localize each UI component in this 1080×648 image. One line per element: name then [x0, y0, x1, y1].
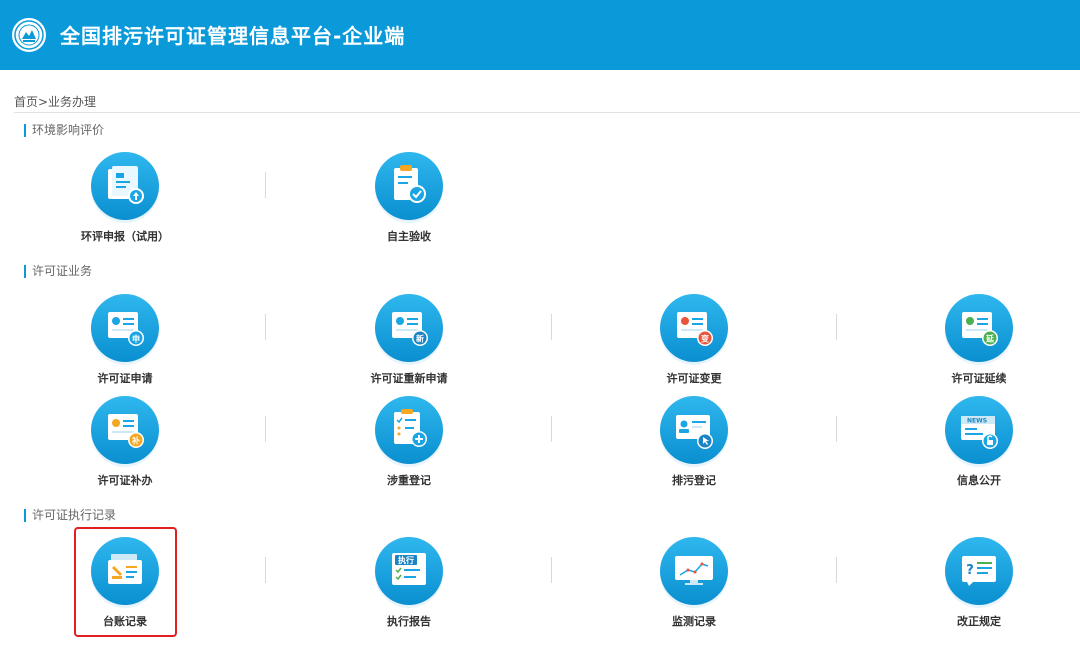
section-title-execution: 许可证执行记录	[24, 509, 116, 522]
tile-permit-reapply[interactable]: 新 许可证重新申请	[329, 294, 489, 394]
tile-label: 执行报告	[387, 615, 431, 628]
breadcrumb-divider	[14, 112, 1080, 113]
tile-divider	[265, 416, 266, 442]
tile-self-acceptance[interactable]: 自主验收	[329, 152, 489, 252]
id-card-click-icon	[660, 396, 728, 464]
tile-divider	[551, 557, 552, 583]
tile-permit-renew[interactable]: 延 许可证延续	[899, 294, 1059, 394]
tile-label: 排污登记	[672, 474, 716, 487]
tile-label: 许可证申请	[97, 372, 153, 385]
tile-monitoring-record[interactable]: 监测记录	[614, 537, 774, 637]
tile-eia-report[interactable]: 环评申报（试用）	[45, 152, 205, 252]
tile-label: 许可证延续	[951, 372, 1007, 385]
tile-divider	[836, 557, 837, 583]
tile-discharge-registration[interactable]: 排污登记	[614, 396, 774, 496]
svg-text:?: ?	[966, 563, 974, 578]
section-title-eia: 环境影响评价	[24, 124, 104, 137]
tile-label: 监测记录	[672, 615, 716, 628]
tile-label: 改正规定	[957, 615, 1001, 628]
app-title: 全国排污许可证管理信息平台-企业端	[60, 24, 406, 48]
svg-text:执行: 执行	[398, 555, 414, 565]
tile-divider	[836, 314, 837, 340]
platform-logo-icon[interactable]	[12, 18, 46, 52]
certificate-reissue-icon: 补	[91, 396, 159, 464]
tile-heavy-metal-registration[interactable]: 涉重登记	[329, 396, 489, 496]
monitor-chart-icon	[660, 537, 728, 605]
tile-execution-report[interactable]: 执行 执行报告	[329, 537, 489, 637]
svg-text:延: 延	[985, 334, 995, 344]
selection-highlight	[74, 527, 177, 637]
tile-label: 环评申报（试用）	[81, 230, 169, 243]
section-title-permit: 许可证业务	[24, 265, 92, 278]
tile-divider	[265, 314, 266, 340]
tile-label: 涉重登记	[387, 474, 431, 487]
checklist-add-icon	[375, 396, 443, 464]
tile-divider	[265, 557, 266, 583]
tile-correction-rules[interactable]: ? 改正规定	[899, 537, 1059, 637]
news-icon: NEWS	[945, 396, 1013, 464]
tile-label: 自主验收	[387, 230, 431, 243]
certificate-apply-icon: 申	[91, 294, 159, 362]
tile-divider	[551, 314, 552, 340]
svg-text:补: 补	[131, 436, 140, 446]
tile-label: 许可证重新申请	[370, 372, 448, 385]
report-icon: 执行	[375, 537, 443, 605]
correction-help-icon: ?	[945, 537, 1013, 605]
tile-label: 信息公开	[957, 474, 1001, 487]
tile-label: 许可证变更	[666, 372, 722, 385]
tile-permit-change[interactable]: 变 许可证变更	[614, 294, 774, 394]
tile-information-disclosure[interactable]: NEWS 信息公开	[899, 396, 1059, 496]
svg-text:新: 新	[416, 334, 424, 344]
svg-text:申: 申	[132, 334, 140, 344]
tile-divider	[551, 416, 552, 442]
certificate-change-icon: 变	[660, 294, 728, 362]
clipboard-check-icon	[375, 152, 443, 220]
certificate-reapply-icon: 新	[375, 294, 443, 362]
tile-divider	[836, 416, 837, 442]
tile-divider	[265, 172, 266, 198]
breadcrumb[interactable]: 首页>业务办理	[14, 93, 96, 110]
tile-permit-reissue[interactable]: 补 许可证补办	[45, 396, 205, 496]
svg-text:变: 变	[701, 334, 709, 344]
tile-label: 许可证补办	[97, 474, 153, 487]
tile-permit-apply[interactable]: 申 许可证申请	[45, 294, 205, 394]
app-header: 全国排污许可证管理信息平台-企业端	[0, 0, 1080, 70]
certificate-renew-icon: 延	[945, 294, 1013, 362]
svg-text:NEWS: NEWS	[967, 418, 987, 425]
document-upload-icon	[91, 152, 159, 220]
